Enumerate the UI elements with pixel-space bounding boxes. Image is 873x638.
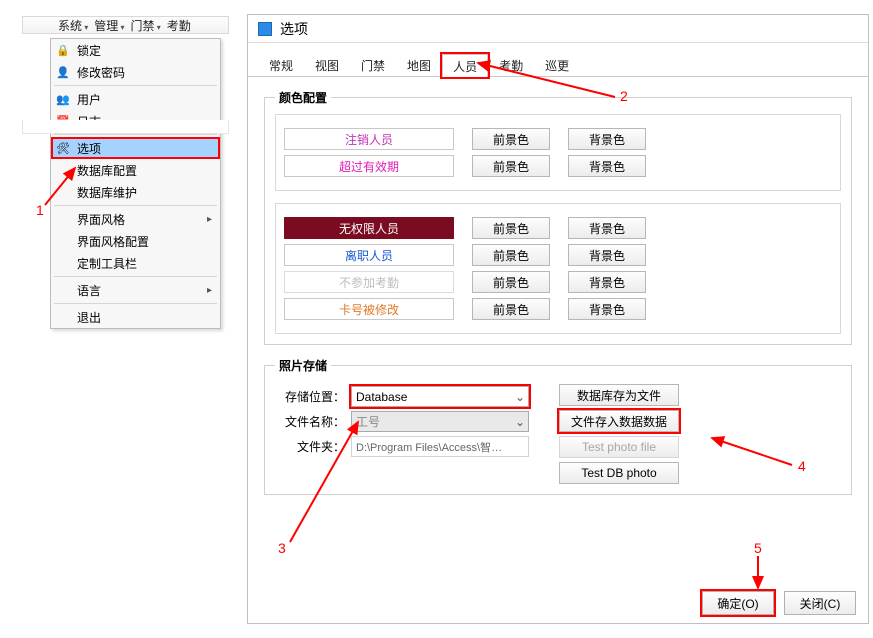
bg-btn-2[interactable]: 背景色 — [568, 155, 646, 177]
ok-button[interactable]: 确定(O) — [702, 591, 774, 615]
color-cardchanged: 卡号被修改 — [284, 298, 454, 320]
tab-access[interactable]: 门禁 — [350, 53, 396, 76]
close-button[interactable]: 关闭(C) — [784, 591, 856, 615]
storage-location-select[interactable]: Database⌄ — [351, 386, 529, 407]
tab-bar: 常规 视图 门禁 地图 人员 考勤 巡更 — [248, 51, 868, 77]
tab-patrol[interactable]: 巡更 — [534, 53, 580, 76]
menu-exit[interactable]: 退出 — [51, 306, 220, 328]
menu-language[interactable]: 语言 — [51, 279, 220, 301]
tab-personnel[interactable]: 人员 — [442, 54, 488, 77]
fg-btn-2[interactable]: 前景色 — [472, 155, 550, 177]
chevron-down-icon: ⌄ — [512, 415, 528, 429]
system-dropdown: 🔒锁定 👤修改密码 👥用户 📅日志 🛠选项 数据库配置 数据库维护 界面风格 界… — [50, 38, 221, 329]
fg-btn-5[interactable]: 前景色 — [472, 271, 550, 293]
chevron-down-icon: ⌄ — [512, 390, 528, 404]
options-dialog: 选项 常规 视图 门禁 地图 人员 考勤 巡更 颜色配置 注销人员 前景色 背景… — [247, 14, 869, 624]
filename-select[interactable]: 工号⌄ — [351, 411, 529, 432]
fg-btn-1[interactable]: 前景色 — [472, 128, 550, 150]
menu-theme[interactable]: 界面风格 — [51, 208, 220, 230]
tab-attendance[interactable]: 考勤 — [488, 53, 534, 76]
bg-btn-6[interactable]: 背景色 — [568, 298, 646, 320]
tab-view[interactable]: 视图 — [304, 53, 350, 76]
db-save-file-button[interactable]: 数据库存为文件 — [559, 384, 679, 406]
name-label: 文件名称： — [275, 413, 345, 430]
dropdown-sep — [54, 85, 217, 86]
tools-icon: 🛠 — [55, 140, 71, 156]
fg-btn-6[interactable]: 前景色 — [472, 298, 550, 320]
photo-legend: 照片存储 — [275, 357, 331, 374]
color-noauth: 无权限人员 — [284, 217, 454, 239]
users-icon: 👥 — [55, 91, 71, 107]
left-bg-strip — [22, 120, 229, 134]
menu-custom-toolbar[interactable]: 定制工具栏 — [51, 252, 220, 274]
tab-general[interactable]: 常规 — [258, 53, 304, 76]
menu-lock[interactable]: 🔒锁定 — [51, 39, 220, 61]
app-menubar[interactable]: 系统 管理 门禁 考勤 — [22, 16, 229, 34]
dropdown-sep — [54, 205, 217, 206]
bg-btn-5[interactable]: 背景色 — [568, 271, 646, 293]
menu-manage[interactable]: 管理 — [94, 17, 124, 34]
user-icon: 👤 — [55, 64, 71, 80]
loc-label: 存储位置： — [275, 388, 345, 405]
menu-theme-config[interactable]: 界面风格配置 — [51, 230, 220, 252]
dialog-titlebar: 选项 — [248, 15, 868, 43]
menu-attendance[interactable]: 考勤 — [167, 17, 191, 34]
color-legend: 颜色配置 — [275, 89, 331, 106]
menu-db-config[interactable]: 数据库配置 — [51, 159, 220, 181]
menu-users[interactable]: 👥用户 — [51, 88, 220, 110]
dir-label: 文件夹： — [275, 438, 345, 455]
bg-btn-3[interactable]: 背景色 — [568, 217, 646, 239]
test-db-photo-button[interactable]: Test DB photo — [559, 462, 679, 484]
lock-icon: 🔒 — [55, 42, 71, 58]
dropdown-sep — [54, 303, 217, 304]
test-photo-file-button[interactable]: Test photo file — [559, 436, 679, 458]
annotation-1: 1 — [36, 202, 44, 218]
dialog-footer: 确定(O) 关闭(C) — [702, 591, 856, 615]
fg-btn-3[interactable]: 前景色 — [472, 217, 550, 239]
dialog-title: 选项 — [280, 19, 308, 39]
menu-options[interactable]: 🛠选项 — [51, 137, 220, 159]
menu-db-maintain[interactable]: 数据库维护 — [51, 181, 220, 203]
dropdown-sep — [54, 276, 217, 277]
file-to-db-button[interactable]: 文件存入数据数据 — [559, 410, 679, 432]
menu-access[interactable]: 门禁 — [131, 17, 161, 34]
tab-map[interactable]: 地图 — [396, 53, 442, 76]
fg-btn-4[interactable]: 前景色 — [472, 244, 550, 266]
photo-storage-group: 照片存储 存储位置： Database⌄ 文件名称： 工号⌄ — [264, 357, 852, 495]
dropdown-sep — [54, 134, 217, 135]
menu-change-password[interactable]: 👤修改密码 — [51, 61, 220, 83]
bg-btn-4[interactable]: 背景色 — [568, 244, 646, 266]
color-config-group: 颜色配置 注销人员 前景色 背景色 超过有效期 前景色 背景色 无权限人员 前景… — [264, 89, 852, 345]
window-icon — [258, 22, 272, 36]
bg-btn-1[interactable]: 背景色 — [568, 128, 646, 150]
color-expired: 超过有效期 — [284, 155, 454, 177]
color-leave: 离职人员 — [284, 244, 454, 266]
menu-system[interactable]: 系统 — [58, 17, 88, 34]
folder-path: D:\Program Files\Access\智… — [351, 436, 529, 457]
color-unreg: 注销人员 — [284, 128, 454, 150]
color-noattend: 不参加考勤 — [284, 271, 454, 293]
